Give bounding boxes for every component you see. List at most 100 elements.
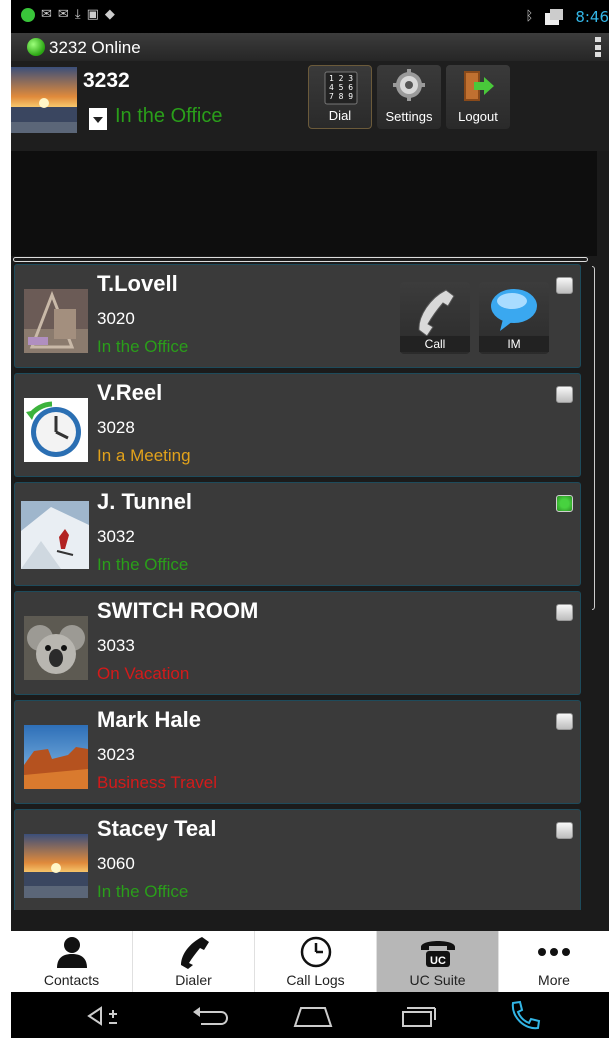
im-label: IM xyxy=(479,336,549,352)
status-bar: ✉ ✉ ⤓ ▣ ◆ ᛒ 8:46 xyxy=(11,0,609,33)
contact-card[interactable]: V.Reel 3028 In a Meeting xyxy=(14,373,581,477)
contact-card[interactable]: Mark Hale 3023 Business Travel xyxy=(14,700,581,804)
clock-time: 8:46 xyxy=(575,8,609,26)
tab-dialer[interactable]: Dialer xyxy=(133,931,255,992)
contact-name: Mark Hale xyxy=(97,707,201,732)
logout-button[interactable]: Logout xyxy=(446,65,510,129)
volume-icon[interactable] xyxy=(87,1004,127,1028)
message-area xyxy=(11,151,597,256)
contact-photo xyxy=(24,616,88,680)
tab-label: UC Suite xyxy=(409,972,466,988)
contact-photo xyxy=(24,398,88,462)
online-status-text: 3232 Online xyxy=(49,38,141,57)
contact-name: Stacey Teal xyxy=(97,816,217,841)
contact-card[interactable]: SWITCH ROOM 3033 On Vacation xyxy=(14,591,581,695)
clock-icon xyxy=(300,936,331,968)
settings-button[interactable]: Settings xyxy=(377,65,441,129)
notification-icons: ✉ ✉ ⤓ ▣ ◆ xyxy=(21,8,115,22)
mail-icon: ✉ xyxy=(41,7,52,22)
dial-button[interactable]: 1 2 3 4 5 6 7 8 9 Dial xyxy=(308,65,372,129)
image-icon: ▣ xyxy=(86,7,99,22)
contact-card[interactable]: J. Tunnel 3032 In the Office xyxy=(14,482,581,586)
user-header: 3232 In the Office 1 2 3 4 5 6 7 8 9 Dia… xyxy=(11,61,609,151)
call-button[interactable]: Call xyxy=(400,282,470,354)
download-icon: ⤓ xyxy=(74,7,81,22)
tab-label: More xyxy=(538,972,570,988)
contact-name: SWITCH ROOM xyxy=(97,598,259,623)
more-dots-icon xyxy=(538,948,570,956)
contact-extension: 3023 xyxy=(97,745,135,764)
svg-text:4 5 6: 4 5 6 xyxy=(329,83,353,92)
bluetooth-icon: ᛒ xyxy=(525,9,534,24)
contact-card[interactable]: Stacey Teal 3060 In the Office xyxy=(14,809,581,910)
tab-more[interactable]: More xyxy=(499,931,609,992)
tab-contacts[interactable]: Contacts xyxy=(11,931,133,992)
contact-extension: 3033 xyxy=(97,636,135,655)
contact-name: T.Lovell xyxy=(97,271,178,296)
contact-checkbox[interactable] xyxy=(556,604,573,621)
settings-label: Settings xyxy=(385,109,433,124)
contact-photo xyxy=(21,501,89,569)
contact-checkbox[interactable] xyxy=(556,495,573,512)
contact-checkbox[interactable] xyxy=(556,386,573,403)
logout-door-icon xyxy=(464,71,494,101)
contact-photo xyxy=(24,725,88,789)
contact-extension: 3032 xyxy=(97,527,135,546)
contact-presence: On Vacation xyxy=(97,664,190,683)
contact-checkbox[interactable] xyxy=(556,822,573,839)
bottom-tab-bar: Contacts Dialer Call Logs UC UC Suite Mo… xyxy=(11,931,609,992)
tab-label: Dialer xyxy=(175,972,212,988)
dial-label: Dial xyxy=(328,108,352,123)
im-button[interactable]: IM xyxy=(479,282,549,354)
user-presence-status[interactable]: In the Office xyxy=(115,105,222,128)
system-navigation-bar xyxy=(11,992,609,1038)
online-bar: 3232 Online xyxy=(11,33,609,61)
screens-icon xyxy=(545,9,564,25)
phone-handset-icon xyxy=(180,937,209,969)
contact-presence: In the Office xyxy=(97,555,189,574)
home-icon[interactable] xyxy=(291,1004,335,1028)
app-notification-icon xyxy=(21,8,35,22)
recent-apps-icon[interactable] xyxy=(399,1004,439,1028)
contact-presence: In the Office xyxy=(97,337,189,356)
game-icon: ◆ xyxy=(104,7,115,22)
gear-icon xyxy=(393,69,425,101)
back-icon[interactable] xyxy=(191,1004,231,1028)
logout-label: Logout xyxy=(458,109,498,124)
mail-icon: ✉ xyxy=(57,7,69,22)
call-label: Call xyxy=(400,336,470,352)
contact-list[interactable]: T.Lovell 3020 In the Office Call IM V.Re… xyxy=(14,264,581,910)
contact-checkbox[interactable] xyxy=(556,713,573,730)
tab-label: Contacts xyxy=(43,972,100,988)
user-extension: 3232 xyxy=(83,69,130,92)
status-dropdown-button[interactable] xyxy=(89,108,107,130)
contact-checkbox[interactable] xyxy=(556,277,573,294)
contact-extension: 3060 xyxy=(97,854,135,873)
list-scrollbar[interactable] xyxy=(592,266,595,610)
contact-name: J. Tunnel xyxy=(97,489,192,514)
tab-call-logs[interactable]: Call Logs xyxy=(255,931,377,992)
online-status-icon xyxy=(27,38,45,56)
chat-bubble-icon xyxy=(491,289,537,331)
user-avatar[interactable] xyxy=(11,67,77,133)
phone-handset-icon[interactable] xyxy=(507,1000,543,1032)
phone-screen: ✉ ✉ ⤓ ▣ ◆ ᛒ 8:46 3232 Online 3232 In the… xyxy=(11,0,609,1038)
contact-card[interactable]: T.Lovell 3020 In the Office Call IM xyxy=(14,264,581,368)
phone-handset-icon xyxy=(418,289,455,336)
contact-extension: 3028 xyxy=(97,418,135,437)
tab-uc-suite[interactable]: UC UC Suite xyxy=(377,931,499,992)
search-divider xyxy=(13,257,588,262)
contact-presence: In a Meeting xyxy=(97,446,191,465)
uc-phone-icon: UC xyxy=(420,941,455,967)
contact-extension: 3020 xyxy=(97,309,135,328)
contact-photo xyxy=(24,289,88,353)
person-icon xyxy=(56,937,87,968)
overflow-menu-icon[interactable] xyxy=(595,37,601,57)
contact-presence: In the Office xyxy=(97,882,189,901)
svg-text:1 2 3: 1 2 3 xyxy=(329,74,353,83)
dialpad-icon: 1 2 3 4 5 6 7 8 9 xyxy=(324,71,358,105)
svg-text:7 8 9: 7 8 9 xyxy=(329,92,353,101)
contact-name: V.Reel xyxy=(97,380,163,405)
svg-text:UC: UC xyxy=(430,955,446,967)
contact-photo xyxy=(24,834,88,898)
